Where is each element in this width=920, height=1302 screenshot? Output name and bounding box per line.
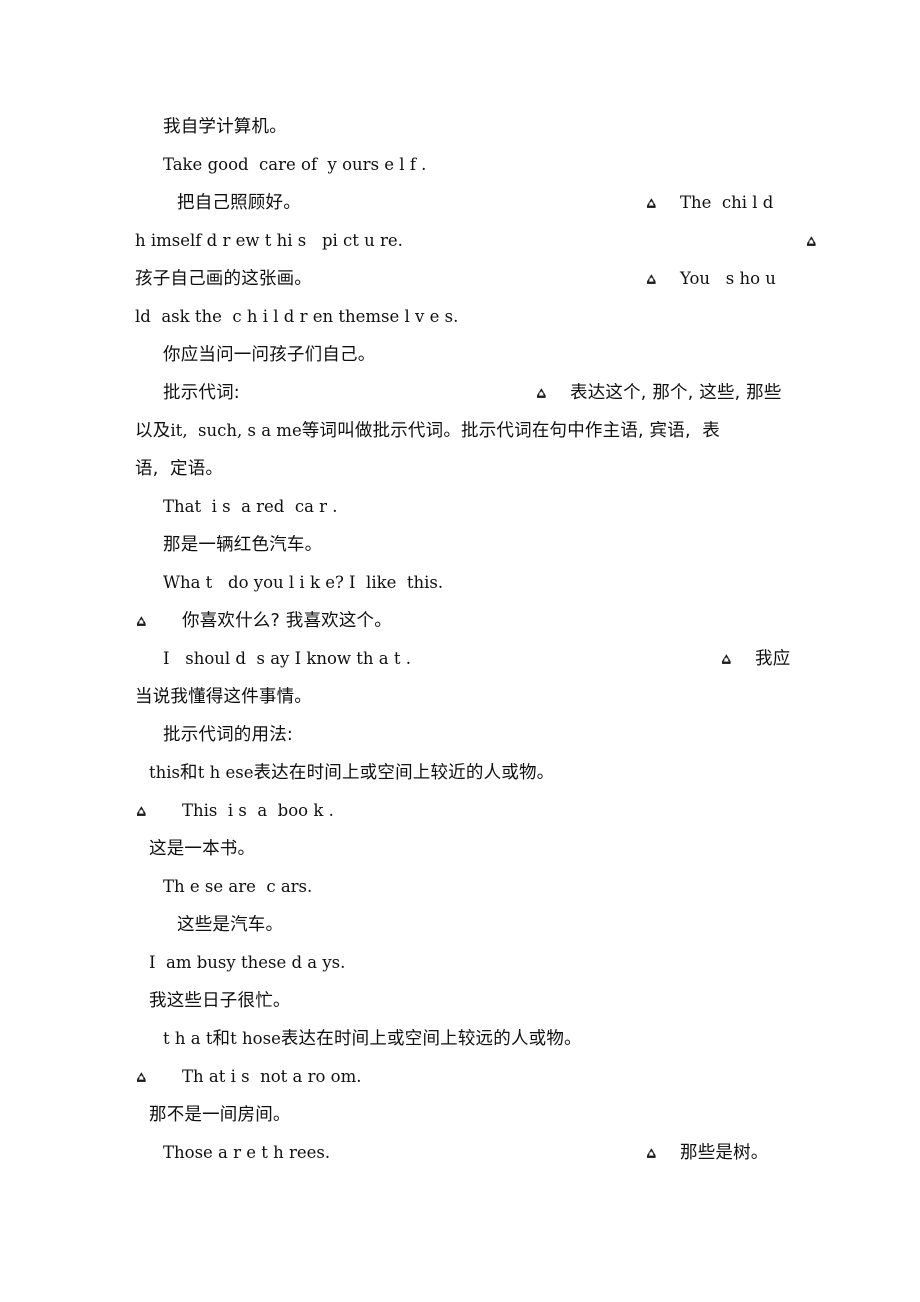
trailing-text-block: 那些是树。 — [645, 1134, 769, 1172]
english-text: This i s a boo k . — [182, 801, 334, 820]
english-text: Those a r e t h rees. — [163, 1143, 331, 1162]
text-line: 我这些日子很忙。 — [135, 982, 790, 1020]
text-line: 语, 定语。 — [135, 450, 790, 488]
chinese-text: 孩子自己画的这张画。 — [135, 269, 312, 289]
bullet-marker-icon — [135, 1071, 148, 1084]
text-line: This i s a boo k . — [135, 792, 790, 830]
text-line: 把自己照顾好。 The chi l d — [135, 184, 790, 222]
text-line: Take good care of y ours e l f . — [135, 146, 790, 184]
text-line: 那是一辆红色汽车。 — [135, 526, 790, 564]
text-line: h imself d r ew t hi s pi ct u re. — [135, 222, 816, 260]
chinese-text: 我自学计算机。 — [163, 117, 287, 137]
text-line: I am busy these d a ys. — [135, 944, 790, 982]
chinese-text: 那是一辆红色汽车。 — [163, 535, 323, 555]
bullet-marker-icon — [720, 653, 733, 666]
chinese-text: 我这些日子很忙。 — [149, 991, 291, 1011]
trailing-text-block: The chi l d — [645, 184, 773, 222]
english-text: h imself d r ew t hi s pi ct u re. — [135, 231, 403, 250]
english-text: That i s a red ca r . — [163, 497, 338, 516]
chinese-text: 和 — [180, 763, 198, 783]
bullet-marker-icon — [135, 615, 148, 628]
chinese-text: 你喜欢什么? 我喜欢这个。 — [182, 611, 392, 631]
bullet-marker-icon — [135, 805, 148, 818]
english-text: t h a t — [163, 1029, 213, 1048]
text-line: Th e se are c ars. — [135, 868, 790, 906]
english-text: this — [149, 763, 181, 782]
english-text: Th at i s not a ro om. — [182, 1067, 362, 1086]
text-line: 你应当问一问孩子们自己。 — [135, 336, 790, 374]
text-line: 孩子自己画的这张画。 You s ho u — [135, 260, 790, 298]
chinese-text: 这是一本书。 — [149, 839, 256, 859]
chinese-text: 语, 定语。 — [135, 459, 224, 479]
text-line: Those a r e t h rees. 那些是树。 — [135, 1134, 790, 1172]
chinese-text: 我应 — [755, 649, 791, 669]
english-text: I am busy these d a ys. — [149, 953, 346, 972]
chinese-text: 你应当问一问孩子们自己。 — [163, 345, 376, 365]
english-text: The chi l d — [680, 193, 774, 212]
english-text: Wha t do you l i k e? I like this. — [163, 573, 444, 592]
text-line: Th at i s not a ro om. — [135, 1058, 790, 1096]
chinese-text: 以及 — [135, 421, 171, 441]
text-line: 我自学计算机。 — [135, 108, 790, 146]
text-line: That i s a red ca r . — [135, 488, 790, 526]
english-text: t hose — [230, 1029, 281, 1048]
edge-bullet-marker — [805, 222, 818, 260]
document-body: 我自学计算机。 Take good care of y ours e l f . 把… — [135, 108, 816, 1172]
bullet-marker-icon — [645, 273, 658, 286]
text-line: Wha t do you l i k e? I like this. — [135, 564, 790, 602]
chinese-text: 那不是一间房间。 — [149, 1105, 291, 1125]
chinese-text: 当说我懂得这件事情。 — [135, 687, 312, 707]
chinese-text: 批示代词的用法: — [163, 725, 293, 745]
text-line: 批示代词的用法: — [135, 716, 790, 754]
english-text: ld ask the c h i l d r en themse l v e s… — [135, 307, 459, 326]
trailing-text-block: You s ho u — [645, 260, 776, 298]
text-line: 批示代词: 表达这个, 那个, 这些, 那些 — [135, 374, 790, 412]
chinese-text: 和 — [212, 1029, 231, 1049]
chinese-text: 这些是汽车。 — [177, 915, 284, 935]
english-text: Th e se are c ars. — [163, 877, 313, 896]
bullet-marker-icon — [535, 387, 548, 400]
text-line: 以及it, such, s a me等词叫做批示代词。批示代词在句中作主语, 宾… — [135, 412, 790, 450]
chinese-text: 批示代词: — [163, 383, 240, 403]
english-text: I shoul d s ay I know th a t . — [163, 649, 411, 668]
bullet-marker-icon — [645, 197, 658, 210]
chinese-text: 表达在时间上或空间上较近的人或物。 — [253, 763, 555, 783]
chinese-text: 表达在时间上或空间上较远的人或物。 — [280, 1029, 582, 1049]
chinese-text: 那些是树。 — [680, 1143, 769, 1163]
text-line: 这些是汽车。 — [135, 906, 790, 944]
document-page: 我自学计算机。 Take good care of y ours e l f . 把… — [0, 0, 920, 1302]
text-line: I shoul d s ay I know th a t . 我应 — [135, 640, 790, 678]
english-text: t h ese — [197, 763, 254, 782]
trailing-text-block: 我应 — [720, 640, 790, 678]
text-line: 当说我懂得这件事情。 — [135, 678, 790, 716]
english-text: Take good care of y ours e l f . — [163, 155, 427, 174]
chinese-text: 表达这个, 那个, 这些, 那些 — [570, 383, 782, 403]
trailing-text-block: 表达这个, 那个, 这些, 那些 — [535, 374, 782, 412]
bullet-marker-icon — [645, 1147, 658, 1160]
text-line: 这是一本书。 — [135, 830, 790, 868]
english-text: it, such, s a me — [170, 421, 302, 440]
chinese-text: 等词叫做批示代词。批示代词在句中作主语, 宾语, 表 — [301, 421, 720, 441]
text-line: t h a t和t hose表达在时间上或空间上较远的人或物。 — [135, 1020, 790, 1058]
chinese-text: 把自己照顾好。 — [177, 193, 301, 213]
text-line: this和t h ese表达在时间上或空间上较近的人或物。 — [135, 754, 790, 792]
text-line: 那不是一间房间。 — [135, 1096, 790, 1134]
text-line: ld ask the c h i l d r en themse l v e s… — [135, 298, 790, 336]
english-text: You s ho u — [680, 269, 776, 288]
text-line: 你喜欢什么? 我喜欢这个。 — [135, 602, 790, 640]
bullet-marker-icon — [805, 235, 818, 248]
